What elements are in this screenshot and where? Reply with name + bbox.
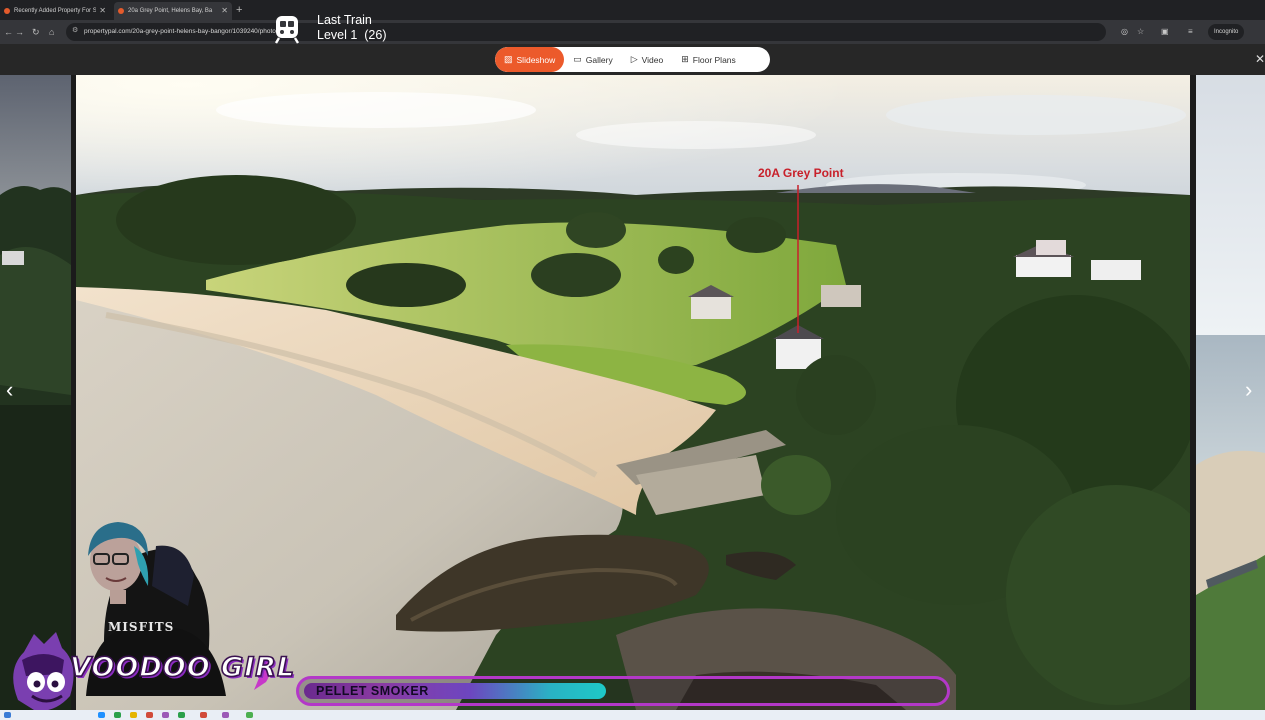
reload-icon[interactable]: ↻ bbox=[32, 24, 40, 40]
tab-video[interactable]: ▷ Video bbox=[622, 47, 673, 72]
aerial-photo-image bbox=[76, 75, 1190, 710]
next-photo-image bbox=[1196, 75, 1265, 710]
close-tab-icon[interactable]: ✕ bbox=[221, 3, 228, 19]
tab-label: Video bbox=[641, 54, 664, 65]
url-text[interactable]: propertypal.com/20a-grey-point-helens-ba… bbox=[84, 23, 276, 41]
back-icon[interactable]: ← bbox=[4, 24, 13, 40]
floorplan-icon: ⊞ bbox=[681, 54, 689, 64]
forward-icon[interactable]: → bbox=[15, 24, 24, 40]
sidepanel-icon[interactable]: ▣ bbox=[1161, 23, 1169, 41]
tab-title: 20a Grey Point, Helens Bay, Ba bbox=[128, 8, 213, 14]
stream-progress-bar: PELLET SMOKER bbox=[296, 676, 950, 706]
taskbar-app-icon[interactable] bbox=[246, 712, 253, 718]
extensions-icon[interactable]: ≡ bbox=[1188, 23, 1193, 41]
browser-tab-strip: Recently Added Property For S ✕ 20a Grey… bbox=[0, 0, 1265, 20]
train-status: Last Train Level 1 (26) bbox=[317, 13, 386, 43]
channel-logo-text: VOODOO GIRL bbox=[69, 651, 296, 684]
main-property-photo[interactable] bbox=[76, 75, 1190, 710]
property-marker-label: 20A Grey Point bbox=[758, 166, 844, 180]
tab-label: Slideshow bbox=[516, 54, 556, 65]
home-icon[interactable]: ⌂ bbox=[49, 24, 54, 40]
incognito-badge[interactable]: Incognito bbox=[1208, 24, 1245, 40]
tab-label: Floor Plans bbox=[692, 54, 736, 65]
taskbar-app-icon[interactable] bbox=[98, 712, 105, 718]
media-view-switcher: ▨ Slideshow ▭ Gallery ▷ Video ⊞ Floor Pl… bbox=[495, 47, 770, 72]
new-tab-button[interactable]: + bbox=[236, 3, 242, 17]
tab-title: Recently Added Property For S bbox=[14, 8, 97, 14]
start-icon[interactable] bbox=[4, 712, 11, 718]
site-info-icon[interactable]: ⚙ bbox=[72, 26, 78, 34]
taskbar-app-icon[interactable] bbox=[162, 712, 169, 718]
taskbar-app-icon[interactable] bbox=[130, 712, 137, 718]
video-icon: ▷ bbox=[630, 54, 638, 64]
stream-progress-label: PELLET SMOKER bbox=[316, 684, 429, 698]
gallery-icon: ▭ bbox=[573, 54, 582, 64]
next-photo-arrow-icon[interactable]: › bbox=[1245, 378, 1252, 402]
taskbar-app-icon[interactable] bbox=[222, 712, 229, 718]
browser-tab-grey-point[interactable]: 20a Grey Point, Helens Bay, Ba ✕ bbox=[114, 2, 232, 20]
tab-slideshow[interactable]: ▨ Slideshow bbox=[495, 47, 565, 72]
close-viewer-icon[interactable]: ✕ bbox=[1255, 52, 1265, 66]
close-tab-icon[interactable]: ✕ bbox=[99, 3, 106, 19]
taskbar-app-icon[interactable] bbox=[200, 712, 207, 718]
taskbar-app-icon[interactable] bbox=[114, 712, 121, 718]
image-icon: ▨ bbox=[504, 54, 513, 64]
propertypal-favicon-icon bbox=[118, 8, 124, 14]
taskbar-app-icon[interactable] bbox=[178, 712, 185, 718]
tab-gallery[interactable]: ▭ Gallery bbox=[564, 47, 621, 72]
previous-photo-arrow-icon[interactable]: ‹ bbox=[6, 378, 13, 402]
propertypal-favicon-icon bbox=[4, 8, 10, 14]
eye-off-icon[interactable]: ◎ bbox=[1121, 23, 1128, 41]
train-title: Last Train bbox=[317, 13, 372, 27]
taskbar-app-icon[interactable] bbox=[146, 712, 153, 718]
train-icon bbox=[274, 16, 300, 44]
browser-tab-recently-added[interactable]: Recently Added Property For S ✕ bbox=[0, 2, 110, 20]
next-photo-preview[interactable] bbox=[1196, 75, 1265, 710]
bookmark-star-icon[interactable]: ☆ bbox=[1137, 23, 1144, 41]
tab-label: Gallery bbox=[585, 54, 613, 65]
tab-floor-plans[interactable]: ⊞ Floor Plans bbox=[672, 47, 745, 72]
os-taskbar bbox=[0, 710, 1265, 720]
train-level: Level 1 (26) bbox=[317, 28, 387, 42]
